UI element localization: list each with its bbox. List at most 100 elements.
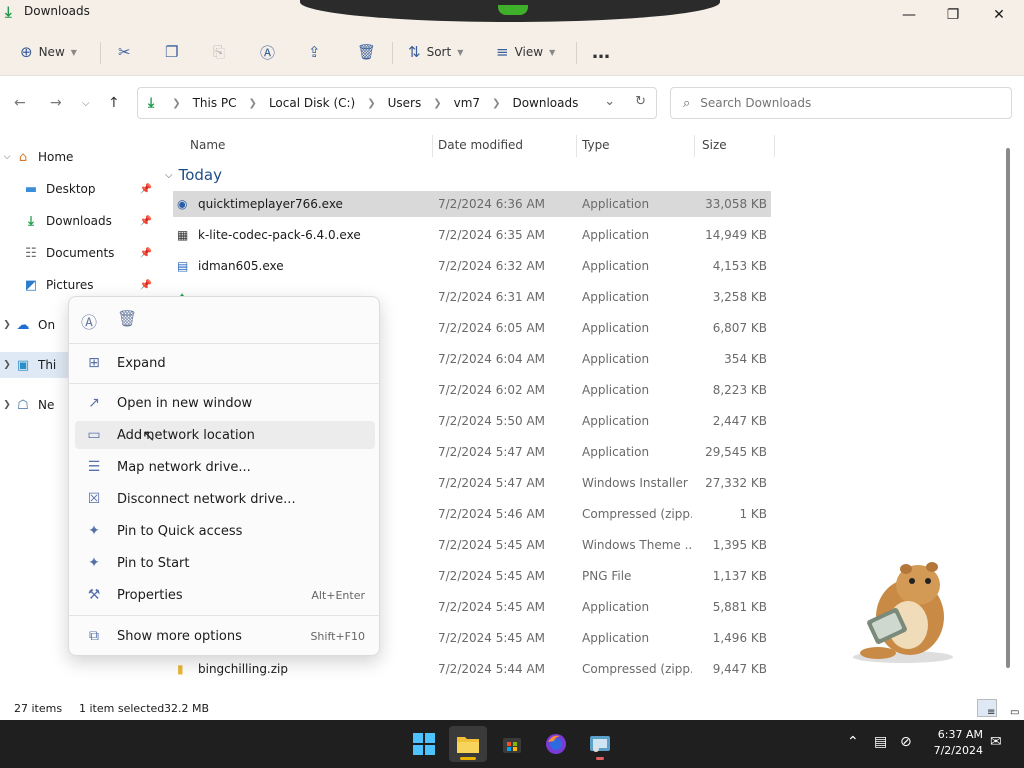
group-header-today[interactable]: ⌵ Today (165, 164, 222, 186)
menu-item-map-network-drive[interactable]: ☰ Map network drive... (75, 453, 375, 481)
taskbar-file-explorer[interactable] (449, 726, 487, 762)
cut-button[interactable]: ✂ (118, 38, 131, 66)
menu-item-pin-to-start[interactable]: ✦ Pin to Start (75, 549, 375, 577)
system-clock[interactable]: 6:37 AM 7/2/2024 (925, 727, 983, 759)
item-count: 27 items (14, 702, 63, 715)
table-row[interactable]: ▦ k-lite-codec-pack-6.4.0.exe 7/2/2024 6… (173, 222, 771, 248)
share-button[interactable]: ⇪ (308, 38, 321, 66)
table-row[interactable]: ▮ bingchilling.zip 7/2/2024 5:44 AM Comp… (173, 656, 771, 682)
recent-chevron-icon[interactable]: ⌵ (82, 98, 90, 109)
details-view-button[interactable]: ≡ (977, 699, 997, 718)
computer-icon: ▣ (16, 357, 30, 373)
pin-icon: 📌 (139, 215, 152, 227)
up-arrow-icon[interactable]: ↑ (108, 95, 120, 111)
chevron-down-icon: ▼ (457, 47, 464, 57)
chevron-down-icon[interactable]: ⌵ (0, 152, 14, 162)
firefox-icon (546, 734, 566, 754)
network-status-icon[interactable]: ▤ (874, 734, 887, 750)
mouse-cursor-icon: ↖ (142, 426, 156, 445)
file-type: Windows Installer ... (582, 476, 692, 490)
chevron-down-icon[interactable]: ⌄ (604, 94, 615, 109)
home-icon: ⌂ (18, 149, 28, 165)
menu-item-disconnect-network-drive[interactable]: ☒ Disconnect network drive... (75, 485, 375, 513)
view-button[interactable]: ≡ View ▼ (496, 38, 555, 66)
menu-item-shortcut: Shift+F10 (310, 629, 365, 643)
column-divider (694, 135, 695, 157)
menu-item-add-network-location[interactable]: ▭ Add network location (75, 421, 375, 449)
sidebar-item-documents[interactable]: ☷ Documents 📌 (0, 240, 160, 266)
file-type: Compressed (zipp... (582, 662, 692, 676)
app-window-icon (590, 736, 610, 752)
new-button[interactable]: ⊕ New ▼ (20, 38, 77, 66)
divider (576, 42, 577, 64)
delete-button[interactable]: 🗑 (357, 38, 376, 66)
breadcrumb-this-pc[interactable]: This PC (193, 96, 237, 110)
column-divider (432, 135, 433, 157)
search-input[interactable] (700, 96, 981, 110)
sidebar-item-label: On (38, 318, 56, 332)
volume-muted-icon[interactable]: ⊘ (900, 734, 912, 750)
sidebar-item-desktop[interactable]: ▬ Desktop 📌 (0, 176, 160, 202)
menu-item-open-new-window[interactable]: ↗ Open in new window (75, 389, 375, 417)
address-bar[interactable]: ⤓ ❯ This PC ❯ Local Disk (C:) ❯ Users ❯ … (137, 87, 657, 119)
start-button[interactable] (405, 726, 443, 762)
rename-icon[interactable]: Ⓐ (81, 309, 97, 333)
chevron-right-icon[interactable]: ❯ (0, 400, 14, 410)
rename-button[interactable]: Ⓐ (260, 38, 275, 66)
minimize-button[interactable]: — (886, 0, 932, 30)
vertical-scrollbar[interactable] (1006, 148, 1010, 668)
table-row[interactable]: ▤ idman605.exe 7/2/2024 6:32 AM Applicat… (173, 253, 771, 279)
taskbar-store[interactable] (493, 726, 531, 762)
taskbar-app[interactable] (581, 726, 619, 762)
tiles-view-button[interactable]: ▭ (1000, 699, 1020, 718)
column-header-size[interactable]: Size (702, 130, 727, 160)
file-type: Application (582, 259, 650, 273)
breadcrumb-downloads[interactable]: Downloads (512, 96, 578, 110)
table-row[interactable]: ◉ quicktimeplayer766.exe 7/2/2024 6:36 A… (173, 191, 771, 217)
chevron-right-icon[interactable]: ❯ (0, 320, 14, 330)
divider (100, 42, 101, 64)
column-header-name[interactable]: Name (190, 130, 225, 160)
trash-icon[interactable]: 🗑 (117, 309, 137, 333)
sidebar-item-pictures[interactable]: ◩ Pictures 📌 (0, 272, 160, 298)
column-header-type[interactable]: Type (582, 130, 610, 160)
open-new-window-icon: ↗ (88, 395, 100, 411)
close-button[interactable]: ✕ (976, 0, 1022, 30)
column-header-date[interactable]: Date modified (438, 130, 523, 160)
search-box[interactable]: ⌕ (670, 87, 1012, 119)
file-size: 9,447 KB (712, 662, 767, 676)
copy-button[interactable]: ❐ (165, 38, 178, 66)
sidebar-item-home[interactable]: ⌵ ⌂ Home (0, 144, 160, 170)
breadcrumb-local-disk[interactable]: Local Disk (C:) (269, 96, 355, 110)
breadcrumb-users[interactable]: Users (388, 96, 422, 110)
paste-button[interactable]: ⎘ (213, 38, 225, 66)
show-hidden-icons-chevron-icon[interactable]: ⌃ (847, 734, 859, 750)
more-options-button[interactable]: … (592, 38, 610, 66)
download-icon: ⤓ (5, 3, 12, 21)
sort-button[interactable]: ⇅ Sort ▼ (408, 38, 463, 66)
chevron-right-icon[interactable]: ❯ (0, 360, 14, 370)
forward-arrow-icon[interactable]: → (50, 95, 62, 111)
windows-logo-icon (413, 733, 435, 755)
menu-item-properties[interactable]: ⚒ Properties Alt+Enter (75, 581, 375, 609)
file-type: Application (582, 600, 650, 614)
breadcrumb-vm7[interactable]: vm7 (454, 96, 480, 110)
copy-icon: ❐ (165, 43, 179, 61)
sort-label: Sort (426, 45, 452, 59)
back-arrow-icon[interactable]: ← (14, 95, 26, 111)
file-name: quicktimeplayer766.exe (198, 197, 343, 211)
file-size: 1 KB (739, 507, 767, 521)
refresh-icon[interactable]: ↻ (635, 94, 646, 109)
sidebar-item-downloads[interactable]: ⤓ Downloads 📌 (0, 208, 160, 234)
notification-icon[interactable]: ✉ (990, 734, 1002, 750)
menu-item-show-more-options[interactable]: ⧉ Show more options Shift+F10 (75, 622, 375, 650)
maximize-button[interactable]: ❐ (930, 0, 976, 30)
scissors-icon: ✂ (118, 43, 131, 61)
menu-item-label: Map network drive... (117, 459, 251, 475)
file-date: 7/2/2024 5:45 AM (438, 569, 546, 583)
show-more-options-icon: ⧉ (89, 628, 99, 644)
menu-item-pin-quick-access[interactable]: ✦ Pin to Quick access (75, 517, 375, 545)
menu-item-expand[interactable]: ⊞ Expand (75, 349, 375, 377)
file-name: bingchilling.zip (198, 662, 288, 676)
taskbar-firefox[interactable] (537, 726, 575, 762)
